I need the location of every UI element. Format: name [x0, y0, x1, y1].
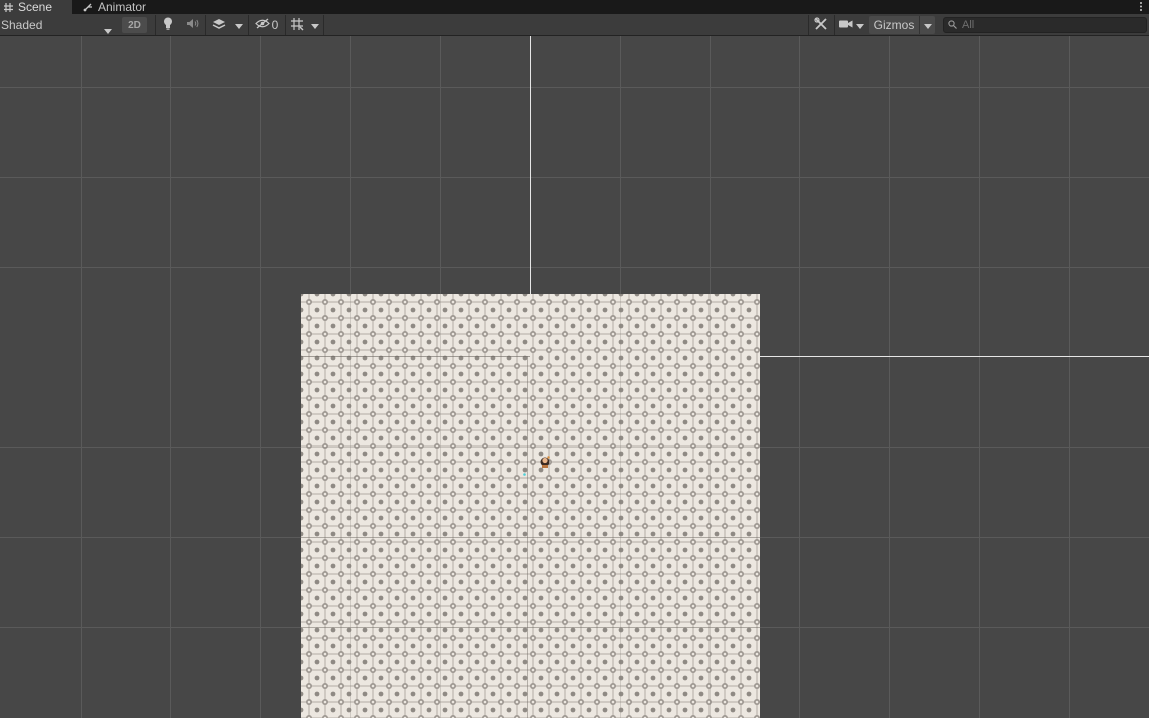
- more-options-icon[interactable]: [1137, 0, 1145, 14]
- tools-button[interactable]: [808, 15, 832, 35]
- tiled-floor-sprite[interactable]: [301, 294, 760, 718]
- scene-canvas[interactable]: [0, 36, 1149, 718]
- animator-graph-icon: [83, 2, 94, 13]
- camera-settings-dropdown[interactable]: [834, 15, 868, 35]
- grid-toggle-button[interactable]: [285, 15, 307, 35]
- hidden-objects-toggle[interactable]: 0: [248, 15, 284, 35]
- search-input[interactable]: [962, 19, 1142, 31]
- chevron-down-icon: [104, 23, 112, 37]
- gizmos-button[interactable]: Gizmos: [869, 16, 919, 34]
- chevron-down-icon: [856, 18, 864, 32]
- layers-icon: [212, 18, 226, 33]
- tab-animator-label: Animator: [98, 0, 147, 14]
- audio-toggle-button[interactable]: [180, 15, 204, 35]
- scene-window: Scene Animator Shaded 2D 0 Gizmos All: [0, 0, 1149, 718]
- eye-slash-icon: [254, 18, 270, 32]
- draw-mode-dropdown[interactable]: Shaded: [0, 15, 116, 35]
- tab-bar: Scene Animator: [0, 0, 1149, 14]
- lighting-toggle-button[interactable]: [155, 15, 179, 35]
- toggle-2d-button[interactable]: 2D: [122, 17, 147, 33]
- pivot-marker: [523, 473, 526, 476]
- tab-scene-label: Scene: [18, 0, 53, 14]
- draw-mode-label: Shaded: [1, 18, 43, 32]
- wrench-icon: [813, 16, 828, 34]
- grid-dropdown[interactable]: [307, 15, 323, 35]
- grid-hash-icon: [3, 2, 14, 13]
- chevron-down-icon: [311, 18, 319, 32]
- tab-animator[interactable]: Animator: [80, 0, 154, 14]
- scene-search-field[interactable]: [943, 17, 1147, 33]
- effects-toggle-button[interactable]: [205, 15, 231, 35]
- chevron-down-icon: [923, 18, 932, 32]
- speaker-icon: [186, 18, 199, 32]
- effects-dropdown[interactable]: [231, 15, 247, 35]
- lightbulb-icon: [163, 17, 173, 33]
- camera-icon: [839, 18, 853, 32]
- grid-snap-icon: [290, 17, 304, 34]
- gizmos-dropdown[interactable]: [919, 16, 935, 34]
- toolbar-divider: [323, 15, 324, 35]
- search-icon: [948, 18, 958, 32]
- scene-viewport[interactable]: [0, 36, 1149, 718]
- scene-toolbar: Shaded 2D 0 Gizmos All: [0, 14, 1149, 36]
- chevron-down-icon: [235, 18, 243, 32]
- tab-scene[interactable]: Scene: [0, 0, 72, 14]
- hidden-objects-count: 0: [271, 18, 279, 32]
